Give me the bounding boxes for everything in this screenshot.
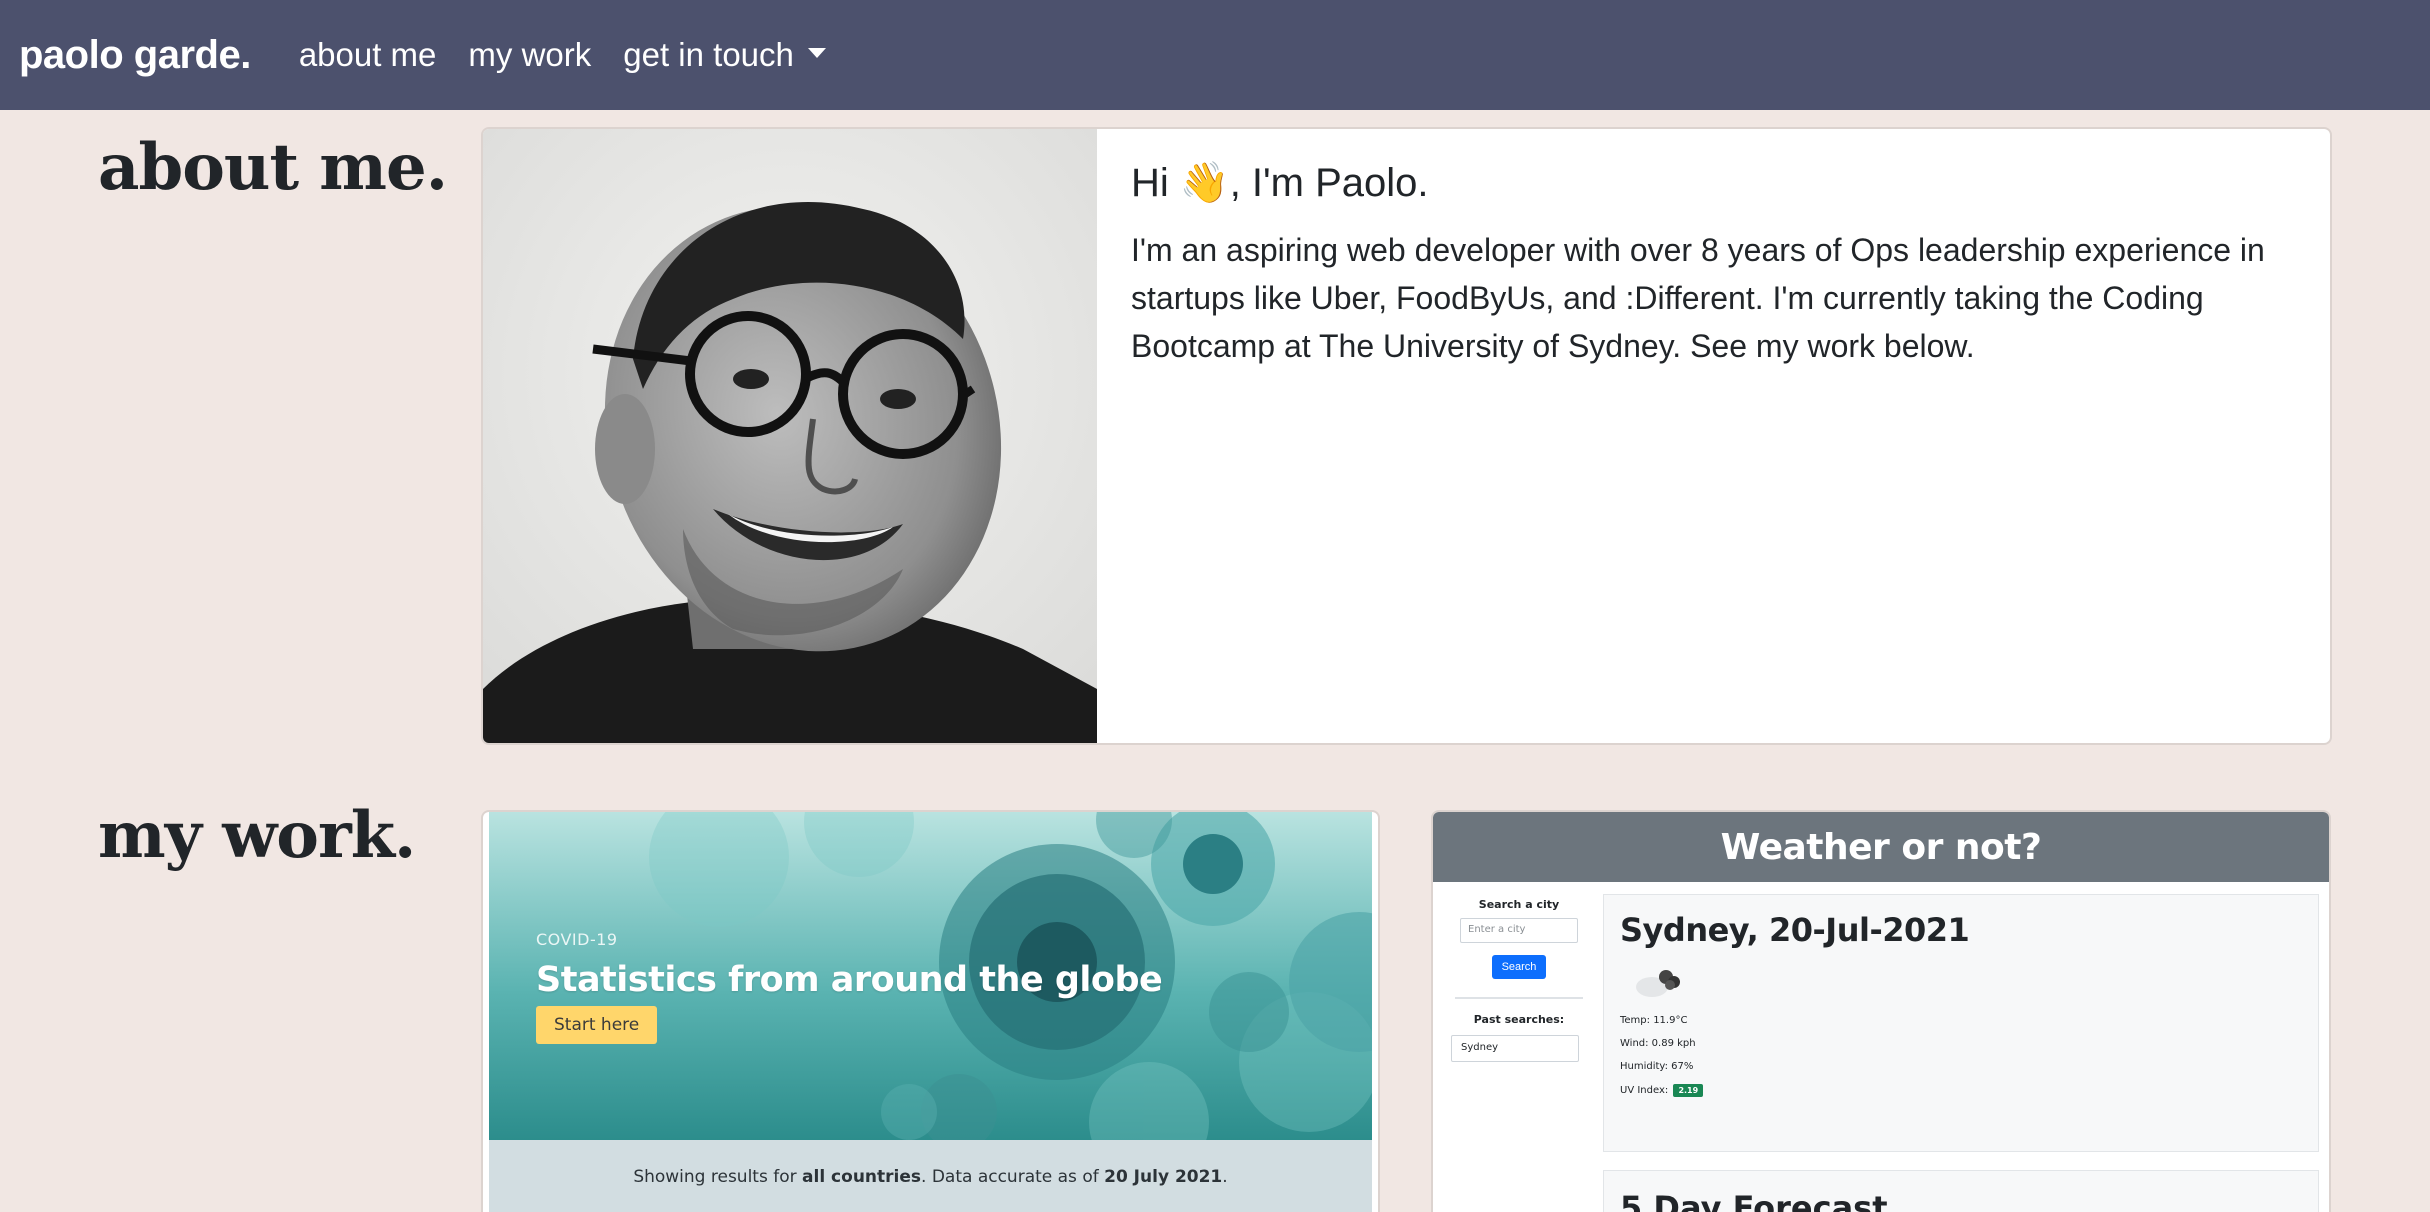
about-heading: about me. [98,130,448,205]
cloudy-weather-icon [1630,963,1680,1003]
covid-strip-middle: . Data accurate as of [921,1167,1099,1187]
covid-strip-date: 20 July 2021 [1104,1167,1223,1187]
project-card-covid[interactable]: COVID-19 Statistics from around the glob… [481,810,1380,1212]
navbar: paolo garde. about me my work get in tou… [0,0,2430,110]
sidebar-divider [1455,997,1583,999]
work-heading: my work. [98,798,416,873]
humidity-stat: Humidity: 67% [1620,1061,1694,1072]
past-search-item[interactable]: Sydney [1451,1035,1579,1062]
weather-sidebar: Search a city Enter a city Search Past s… [1451,898,1587,1062]
about-card: Hi 👋, I'm Paolo. I'm an aspiring web dev… [481,127,2332,745]
uv-label: UV Index: [1620,1085,1669,1096]
temp-stat: Temp: 11.9°C [1620,1015,1688,1026]
current-weather-panel: Sydney, 20-Jul-2021 Temp: 11.9°C Wind: 0… [1603,894,2319,1152]
forecast-heading: 5 Day Forecast [1603,1170,2319,1212]
brand-link[interactable]: paolo garde. [19,33,251,78]
city-date-heading: Sydney, 20-Jul-2021 [1620,911,1970,949]
covid-hero-image: COVID-19 Statistics from around the glob… [489,812,1372,1140]
covid-strip-prefix: Showing results for [633,1167,797,1187]
nav-dropdown-get-in-touch[interactable]: get in touch [623,36,826,74]
search-city-label: Search a city [1478,898,1560,911]
weather-header: Weather or not? [1433,812,2329,882]
about-greeting: Hi 👋, I'm Paolo. [1131,161,1429,205]
caret-down-icon [807,48,826,58]
covid-strip-suffix: . [1222,1167,1228,1187]
covid-title: Statistics from around the globe [536,960,1163,1000]
about-body: Hi 👋, I'm Paolo. I'm an aspiring web dev… [1097,129,2330,743]
start-here-button[interactable]: Start here [536,1006,658,1044]
portrait-photo [483,129,1097,743]
about-text: I'm an aspiring web developer with over … [1131,232,2265,364]
covid-results-strip: Showing results for all countries. Data … [489,1140,1372,1212]
wind-stat: Wind: 0.89 kph [1620,1038,1696,1049]
covid-strip-scope: all countries [802,1167,922,1187]
city-search-button[interactable]: Search [1492,955,1546,979]
past-searches-label: Past searches: [1473,1013,1565,1026]
uv-stat: UV Index: 2.19 [1620,1084,2302,1097]
nav-link-my-work[interactable]: my work [468,36,591,74]
city-search-input[interactable]: Enter a city [1460,918,1578,943]
dropdown-label: get in touch [623,36,794,73]
project-card-weather[interactable]: Weather or not? Search a city Enter a ci… [1431,810,2331,1212]
nav-link-about-me[interactable]: about me [299,36,437,74]
uv-badge: 2.19 [1673,1084,1704,1097]
covid-kicker: COVID-19 [536,930,618,949]
